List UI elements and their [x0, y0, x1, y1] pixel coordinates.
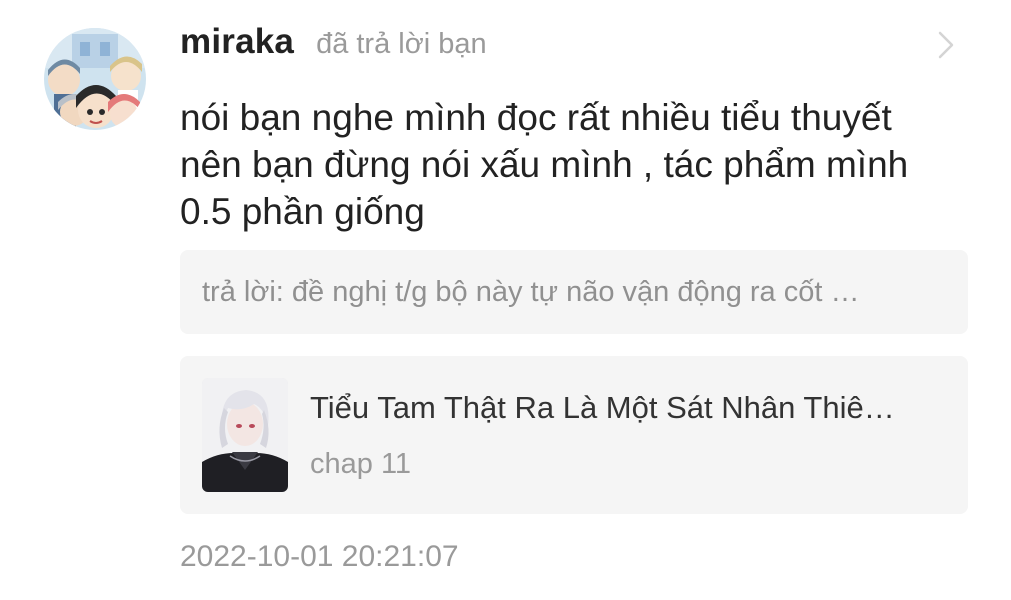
reply-message: nói bạn nghe mình đọc rất nhiều tiểu thu…	[180, 97, 909, 232]
avatar-image	[44, 28, 146, 130]
quoted-reply[interactable]: trả lời: đề nghị t/g bộ này tự não vận đ…	[180, 250, 968, 334]
book-title[interactable]: Tiểu Tam Thật Ra Là Một Sát Nhân Thiê…	[310, 390, 940, 426]
reply-notification[interactable]: miraka đã trả lời bạn nói bạn nghe mình …	[0, 0, 1011, 600]
book-chapter: chap 11	[310, 448, 412, 480]
reply-timestamp: 2022-10-01 20:21:07	[180, 540, 459, 573]
book-cover	[202, 378, 288, 492]
chevron-right-icon[interactable]	[934, 30, 958, 60]
anime-character-cover-icon	[202, 378, 288, 492]
reply-header: miraka đã trả lời bạn	[180, 22, 487, 62]
username[interactable]: miraka	[180, 22, 294, 62]
user-avatar[interactable]	[44, 28, 146, 130]
book-card[interactable]: Tiểu Tam Thật Ra Là Một Sát Nhân Thiê… c…	[180, 356, 968, 514]
action-text: đã trả lời bạn	[316, 28, 487, 60]
quoted-reply-text: trả lời: đề nghị t/g bộ này tự não vận đ…	[202, 275, 860, 308]
